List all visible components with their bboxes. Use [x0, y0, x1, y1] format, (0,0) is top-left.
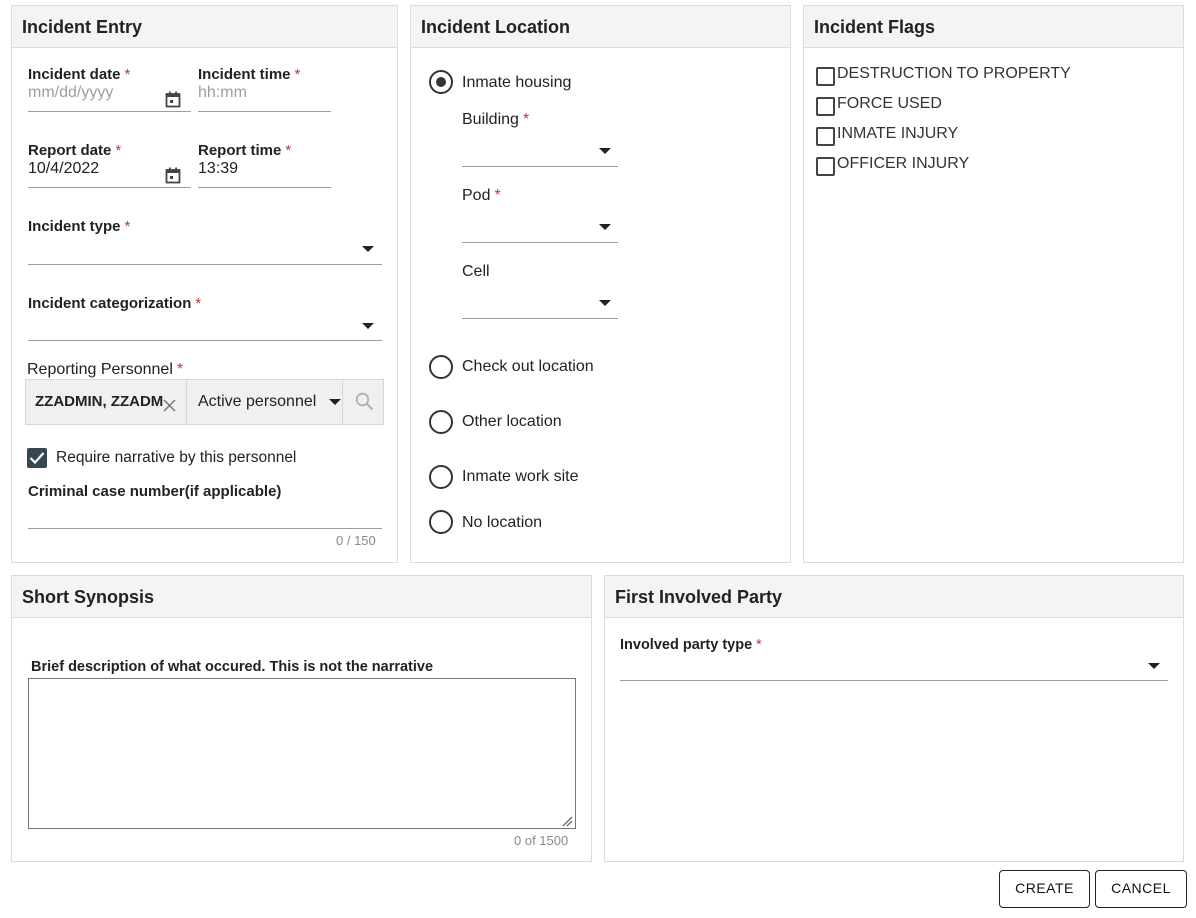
criminal-case-label: Criminal case number(if applicable)	[28, 483, 282, 500]
report-time-label: Report time *	[198, 142, 292, 159]
cell-select[interactable]	[462, 292, 618, 319]
incident-time-field[interactable]: hh:mm	[198, 84, 331, 112]
incident-categorization-select[interactable]	[28, 315, 382, 341]
radio-no-location-label: No location	[462, 514, 543, 531]
short-synopsis-panel: Short Synopsis Brief description of what…	[11, 575, 592, 862]
create-button[interactable]: CREATE	[999, 870, 1090, 908]
incident-type-underline	[28, 264, 382, 265]
incident-type-label: Incident type *	[28, 218, 131, 235]
radio-inmate-housing-label: Inmate housing	[462, 74, 572, 91]
require-narrative-checkbox[interactable]	[27, 448, 47, 468]
radio-inmate-work-site-label: Inmate work site	[462, 468, 579, 485]
calendar-icon[interactable]	[165, 167, 181, 184]
flag-label-destruction-to-property: DESTRUCTION TO PROPERTY	[837, 65, 1071, 82]
flag-checkbox-destruction-to-property[interactable]	[816, 67, 835, 86]
synopsis-textarea[interactable]	[28, 678, 576, 829]
pod-underline	[462, 242, 618, 243]
criminal-case-underline	[28, 528, 382, 529]
personnel-search-button[interactable]	[344, 380, 384, 424]
flag-checkbox-force-used[interactable]	[816, 97, 835, 116]
search-icon	[355, 392, 374, 411]
calendar-icon[interactable]	[165, 91, 181, 108]
check-icon	[29, 452, 45, 465]
chevron-down-icon	[599, 148, 611, 154]
incident-date-placeholder: mm/dd/yyyy	[28, 84, 114, 101]
criminal-case-input[interactable]	[28, 503, 382, 529]
incident-time-placeholder: hh:mm	[198, 84, 247, 101]
flag-checkbox-officer-injury[interactable]	[816, 157, 835, 176]
chevron-down-icon	[329, 399, 341, 405]
criminal-case-counter: 0 / 150	[336, 533, 376, 548]
cell-label: Cell	[462, 263, 490, 280]
chevron-down-icon	[362, 246, 374, 252]
report-time-field[interactable]: 13:39	[198, 160, 331, 188]
flag-checkbox-inmate-injury[interactable]	[816, 127, 835, 146]
involved-party-type-select[interactable]	[620, 655, 1168, 681]
involved-party-type-underline	[620, 680, 1168, 681]
incident-date-label: Incident date *	[28, 66, 131, 83]
report-date-field[interactable]: 10/4/2022	[28, 160, 191, 188]
incident-time-label: Incident time *	[198, 66, 301, 83]
personnel-filter-value: Active personnel	[198, 393, 317, 410]
incident-entry-panel: Incident Entry Incident date * mm/dd/yyyy…	[11, 5, 398, 563]
report-date-value: 10/4/2022	[28, 160, 100, 177]
cancel-button[interactable]: CANCEL	[1095, 870, 1187, 908]
reporting-personnel-input[interactable]: ZZADMIN, ZZADM	[26, 380, 187, 424]
radio-selected-dot	[436, 77, 446, 87]
resize-handle-icon[interactable]	[562, 816, 573, 827]
report-date-label: Report date *	[28, 142, 122, 159]
flag-label-force-used: FORCE USED	[837, 95, 942, 112]
building-underline	[462, 166, 618, 167]
incident-categorization-underline	[28, 340, 382, 341]
incident-date-underline	[28, 111, 191, 112]
incident-location-panel: Incident Location Inmate housing Buildin…	[410, 5, 791, 563]
chevron-down-icon	[1148, 663, 1160, 669]
reporting-personnel-value: ZZADMIN, ZZADM	[35, 393, 164, 410]
radio-inmate-housing[interactable]	[429, 70, 453, 94]
first-involved-party-title: First Involved Party	[605, 576, 1183, 618]
synopsis-counter: 0 of 1500	[514, 833, 569, 848]
first-involved-party-panel: First Involved Party Involved party type…	[604, 575, 1184, 862]
flag-label-officer-injury: OFFICER INJURY	[837, 155, 970, 172]
radio-check-out-location[interactable]	[429, 355, 453, 379]
radio-no-location[interactable]	[429, 510, 453, 534]
chevron-down-icon	[599, 224, 611, 230]
building-select[interactable]	[462, 140, 618, 167]
incident-time-underline	[198, 111, 331, 112]
report-time-value: 13:39	[198, 160, 239, 177]
incident-type-select[interactable]	[28, 238, 382, 265]
radio-inmate-work-site[interactable]	[429, 465, 453, 489]
chevron-down-icon	[362, 323, 374, 329]
pod-select[interactable]	[462, 216, 618, 243]
incident-categorization-label: Incident categorization *	[28, 295, 202, 312]
incident-flags-panel: Incident Flags DESTRUCTION TO PROPERTY F…	[803, 5, 1184, 563]
reporting-personnel-group: ZZADMIN, ZZADM Active personnel	[25, 379, 384, 425]
radio-other-location[interactable]	[429, 410, 453, 434]
personnel-filter-select[interactable]: Active personnel	[188, 380, 343, 424]
flag-label-inmate-injury: INMATE INJURY	[837, 125, 959, 142]
radio-check-out-location-label: Check out location	[462, 358, 594, 375]
chevron-down-icon	[599, 300, 611, 306]
short-synopsis-title: Short Synopsis	[12, 576, 591, 618]
building-label: Building *	[462, 111, 530, 128]
incident-entry-title: Incident Entry	[12, 6, 397, 48]
clear-icon[interactable]	[163, 399, 176, 412]
pod-label: Pod *	[462, 187, 501, 204]
require-narrative-label: Require narrative by this personnel	[56, 449, 297, 466]
synopsis-label: Brief description of what occured. This …	[31, 659, 434, 675]
report-date-underline	[28, 187, 191, 188]
radio-other-location-label: Other location	[462, 413, 562, 430]
incident-date-field[interactable]: mm/dd/yyyy	[28, 84, 191, 112]
report-time-underline	[198, 187, 331, 188]
involved-party-type-label: Involved party type *	[620, 637, 762, 653]
incident-location-title: Incident Location	[411, 6, 790, 48]
reporting-personnel-label: Reporting Personnel *	[27, 361, 184, 378]
incident-flags-title: Incident Flags	[804, 6, 1183, 48]
cell-underline	[462, 318, 618, 319]
